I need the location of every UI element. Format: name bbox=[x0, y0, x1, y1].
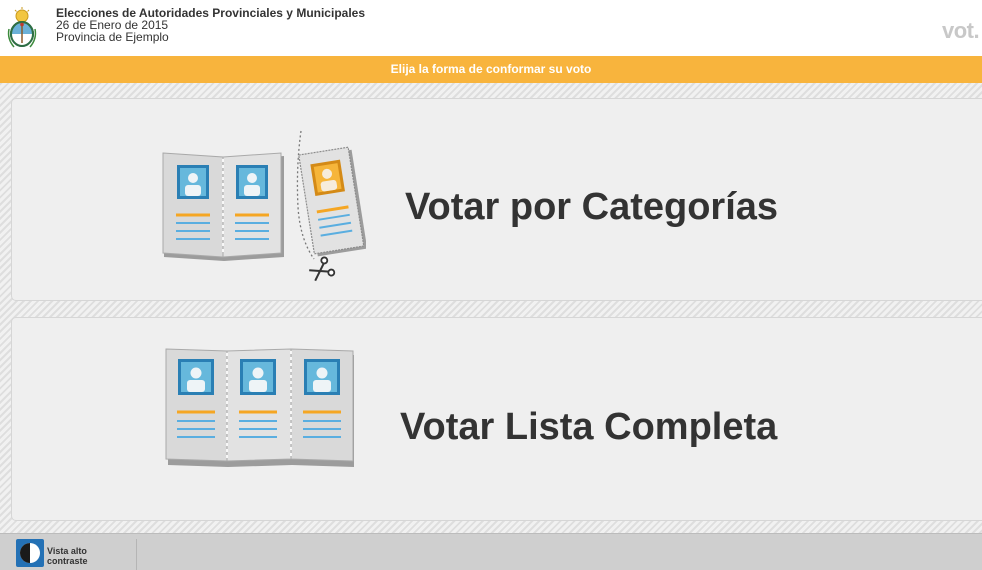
scissors-icon bbox=[309, 256, 336, 282]
full-ballot-icon bbox=[165, 348, 354, 467]
high-contrast-label: Vista alto contraste bbox=[47, 546, 88, 566]
contrast-icon bbox=[16, 539, 44, 567]
vote-by-categories-button[interactable]: Votar por Categorías bbox=[11, 98, 982, 301]
vote-full-list-button[interactable]: Votar Lista Completa bbox=[11, 317, 982, 521]
argentina-coat-of-arms-icon bbox=[7, 7, 37, 48]
high-contrast-button[interactable]: Vista alto contraste bbox=[14, 539, 137, 570]
province-name: Provincia de Ejemplo bbox=[56, 30, 169, 44]
vot-logo: vot. bbox=[942, 18, 980, 43]
instruction-banner: Elija la forma de conformar su voto bbox=[0, 56, 982, 83]
vote-full-list-label: Votar Lista Completa bbox=[400, 406, 778, 448]
header: Elecciones de Autoridades Provinciales y… bbox=[0, 0, 982, 56]
footer: Vista alto contraste bbox=[0, 533, 982, 570]
election-info: Elecciones de Autoridades Provinciales y… bbox=[56, 7, 365, 43]
vote-by-categories-label: Votar por Categorías bbox=[405, 186, 779, 228]
split-ballot-scissors-icon bbox=[162, 130, 366, 282]
